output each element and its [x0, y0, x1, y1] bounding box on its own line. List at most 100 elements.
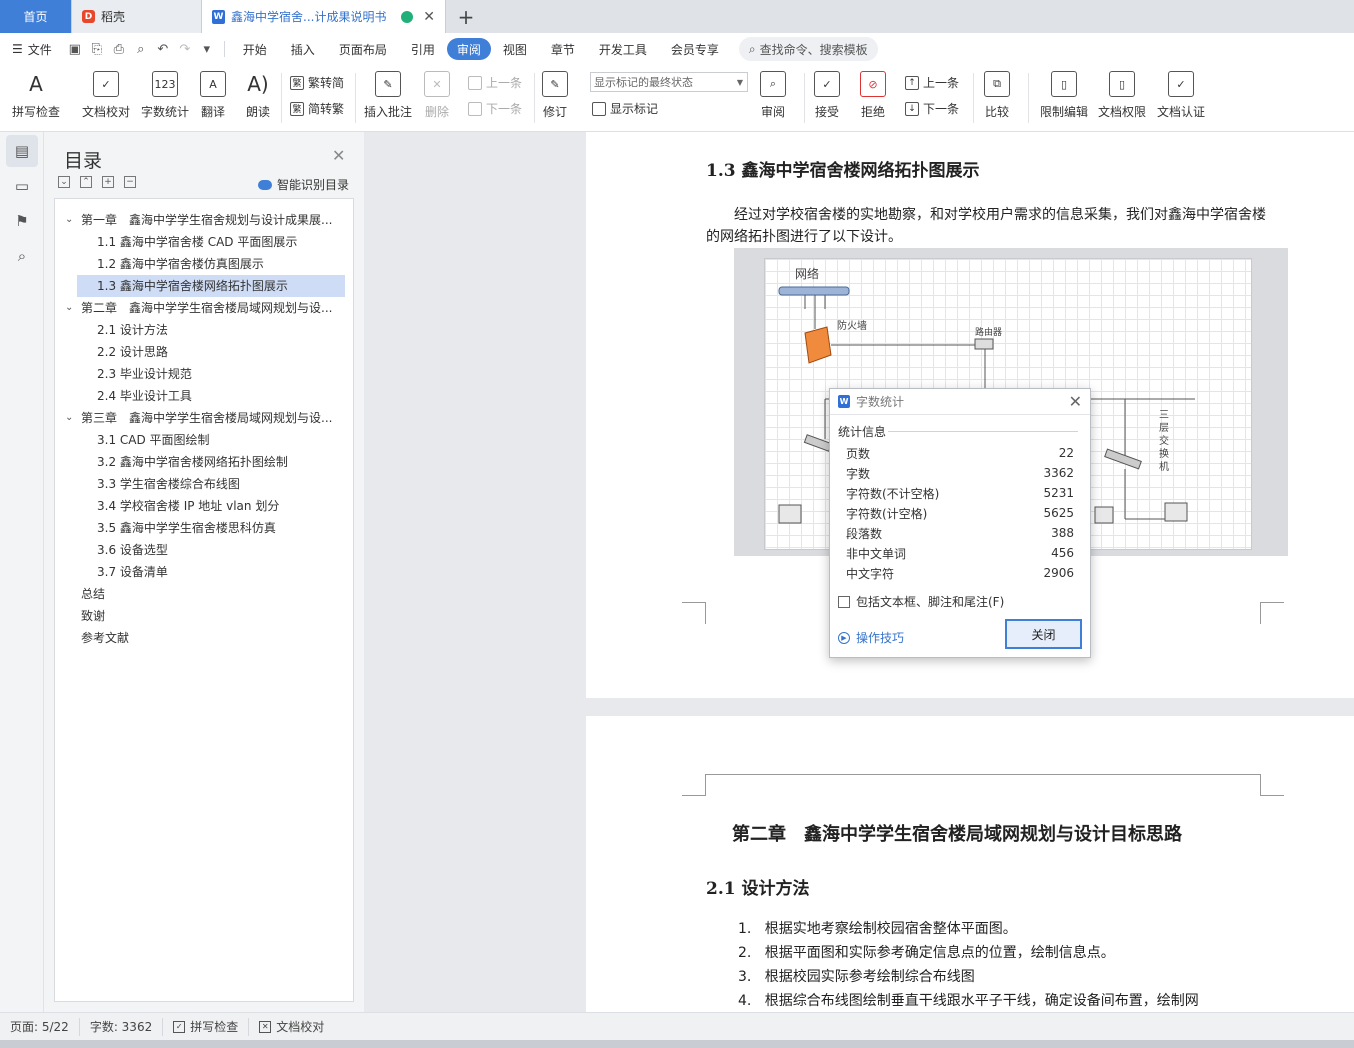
command-search-label: 查找命令、搜索模板 — [759, 42, 868, 57]
next-comment-button[interactable]: 下一条 — [468, 100, 522, 117]
command-search[interactable]: ⌕ 查找命令、搜索模板 — [738, 37, 878, 61]
toc-item[interactable]: 参考文献 — [81, 627, 345, 649]
customize-icon[interactable]: ▾ — [196, 42, 218, 57]
promote-icon[interactable]: + — [102, 176, 114, 188]
toc-title: 目录 — [64, 150, 103, 172]
toc-item[interactable]: 2.1 设计方法 — [97, 319, 345, 341]
collapse-all-icon[interactable]: ⌄ — [58, 176, 70, 188]
menu-section[interactable]: 章节 — [539, 38, 587, 60]
spell-check-button[interactable]: A 拼写检查 — [12, 71, 60, 120]
markup-display-select[interactable]: 显示标记的最终状态 ▼ — [590, 72, 748, 92]
status-proof-label: 文档校对 — [276, 1020, 325, 1034]
word-count-indicator[interactable]: 字数: 3362 — [80, 1017, 164, 1036]
demote-icon[interactable]: − — [124, 176, 136, 188]
expand-all-icon[interactable]: ⌃ — [80, 176, 92, 188]
toc-nav-icon[interactable]: ▤ — [6, 135, 38, 167]
smart-toc-button[interactable]: 智能识别目录 — [258, 176, 349, 193]
toc-item[interactable]: 2.3 毕业设计规范 — [97, 363, 345, 385]
dialog-titlebar: W 字数统计 ✕ — [830, 389, 1090, 415]
close-icon[interactable]: ✕ — [332, 146, 345, 165]
toc-item[interactable]: 第二章 鑫海中学学生宿舍楼局域网规划与设... — [81, 297, 345, 319]
include-textbox-checkbox[interactable]: 包括文本框、脚注和尾注(F) — [838, 593, 1004, 610]
review-pane-button[interactable]: ⌕ 审阅 — [760, 71, 786, 120]
toc-item[interactable]: 致谢 — [81, 605, 345, 627]
chevron-down-icon[interactable]: ⌄ — [65, 412, 73, 423]
word-count-button[interactable]: 123 字数统计 — [141, 71, 189, 120]
toc-item[interactable]: 1.3 鑫海中学宿舍楼网络拓扑图展示 — [77, 275, 345, 297]
delete-comment-label: 删除 — [424, 105, 449, 119]
proofread-button[interactable]: ✓ 文档校对 — [82, 71, 130, 120]
stat-label: 非中文单词 — [846, 546, 907, 561]
tab-bar: 首页 D 稻壳 W 鑫海中学宿舍...计成果说明书 ✕ + — [0, 0, 1354, 33]
menu-start[interactable]: 开始 — [231, 38, 279, 60]
close-button[interactable]: 关闭 — [1005, 619, 1082, 649]
tab-home[interactable]: 首页 — [0, 0, 72, 33]
status-spell-check[interactable]: ✓ 拼写检查 — [163, 1017, 250, 1036]
toc-item[interactable]: 3.2 鑫海中学宿舍楼网络拓扑图绘制 — [97, 451, 345, 473]
toc-item[interactable]: 第三章 鑫海中学学生宿舍楼局域网规划与设... — [81, 407, 345, 429]
toc-item[interactable]: 3.4 学校宿舍楼 IP 地址 vlan 划分 — [97, 495, 345, 517]
reject-button[interactable]: ⊘ 拒绝 — [860, 71, 886, 120]
page-indicator[interactable]: 页面: 5/22 — [0, 1017, 80, 1036]
bookmark-icon[interactable]: ⚑ — [6, 205, 38, 237]
doc-certify-button[interactable]: ✓ 文档认证 — [1157, 71, 1205, 120]
print-icon[interactable]: ⎙ — [108, 42, 130, 57]
stat-value: 456 — [1051, 546, 1074, 560]
toc-item[interactable]: 3.1 CAD 平面图绘制 — [97, 429, 345, 451]
tab-home-label: 首页 — [23, 10, 48, 24]
chevron-down-icon[interactable]: ⌄ — [65, 214, 73, 225]
toc-item[interactable]: 1.2 鑫海中学宿舍楼仿真图展示 — [97, 253, 345, 275]
proofread-label: 文档校对 — [82, 105, 131, 119]
toc-item[interactable]: 3.6 设备选型 — [97, 539, 345, 561]
prev-comment-button[interactable]: 上一条 — [468, 74, 522, 91]
menu-review[interactable]: 审阅 — [446, 38, 491, 60]
accept-button[interactable]: ✓ 接受 — [814, 71, 840, 120]
restrict-edit-button[interactable]: ▯ 限制编辑 — [1040, 71, 1088, 120]
tab-daoke[interactable]: D 稻壳 — [72, 0, 202, 33]
toc-item[interactable]: 总结 — [81, 583, 345, 605]
export-icon[interactable]: ⎘ — [86, 42, 108, 57]
menu-layout[interactable]: 页面布局 — [327, 38, 399, 60]
chapter-nav-icon[interactable]: ▭ — [6, 170, 38, 202]
status-proofread[interactable]: ✕ 文档校对 — [249, 1018, 334, 1036]
show-markup-button[interactable]: 显示标记 — [592, 100, 658, 117]
save-icon[interactable]: ▣ — [64, 42, 86, 57]
menu-reference[interactable]: 引用 — [399, 38, 447, 60]
translate-button[interactable]: A 翻译 — [200, 71, 226, 120]
close-icon[interactable]: ✕ — [1069, 392, 1082, 411]
toc-item[interactable]: 第一章 鑫海中学学生宿舍规划与设计成果展... — [81, 209, 345, 231]
close-tab-icon[interactable]: ✕ — [423, 9, 435, 25]
preview-icon[interactable]: ⌕ — [130, 42, 152, 57]
menu-developer[interactable]: 开发工具 — [587, 38, 659, 60]
menu-member[interactable]: 会员专享 — [659, 38, 731, 60]
toc-item[interactable]: 1.1 鑫海中学宿舍楼 CAD 平面图展示 — [97, 231, 345, 253]
toc-item[interactable]: 3.7 设备清单 — [97, 561, 345, 583]
tips-link[interactable]: ▶ 操作技巧 — [838, 629, 904, 646]
toc-item[interactable]: 3.3 学生宿舍楼综合布线图 — [97, 473, 345, 495]
menu-view[interactable]: 视图 — [491, 38, 539, 60]
simp-to-trad-button[interactable]: 繁简转繁 — [290, 100, 344, 117]
toc-item-label: 总结 — [81, 587, 106, 601]
prev-change-button[interactable]: ↑ 上一条 — [905, 74, 959, 91]
menu-insert[interactable]: 插入 — [279, 38, 327, 60]
redo-icon[interactable]: ↷ — [174, 42, 196, 57]
search-icon[interactable]: ⌕ — [6, 240, 38, 272]
document-page: 第二章 鑫海中学学生宿舍楼局域网规划与设计目标思路 2.1 设计方法 1. 根据… — [586, 716, 1354, 1012]
tab-document[interactable]: W 鑫海中学宿舍...计成果说明书 ✕ — [202, 0, 446, 33]
toc-item[interactable]: 2.2 设计思路 — [97, 341, 345, 363]
compare-button[interactable]: ⧉ 比较 — [984, 71, 1010, 120]
new-tab-button[interactable]: + — [446, 0, 486, 33]
toc-item[interactable]: 2.4 毕业设计工具 — [97, 385, 345, 407]
delete-comment-button[interactable]: ✕ 删除 — [424, 71, 450, 120]
next-change-button[interactable]: ↓ 下一条 — [905, 100, 959, 117]
undo-icon[interactable]: ↶ — [152, 42, 174, 57]
insert-comment-button[interactable]: ✎ 插入批注 — [364, 71, 412, 120]
file-menu[interactable]: ☰ 文件 — [0, 38, 64, 60]
doc-rights-button[interactable]: ▯ 文档权限 — [1098, 71, 1146, 120]
read-aloud-button[interactable]: A) 朗读 — [245, 71, 271, 120]
trad-to-simp-button[interactable]: 繁繁转简 — [290, 74, 344, 91]
track-changes-button[interactable]: ✎ 修订 — [542, 71, 568, 120]
chevron-down-icon[interactable]: ⌄ — [65, 302, 73, 313]
toc-item[interactable]: 3.5 鑫海中学学生宿舍楼思科仿真 — [97, 517, 345, 539]
toc-panel: 目录 ✕ ⌄ ⌃ + − 智能识别目录 第一章 鑫海中学学生宿舍规划与设计成果展… — [44, 132, 364, 1012]
